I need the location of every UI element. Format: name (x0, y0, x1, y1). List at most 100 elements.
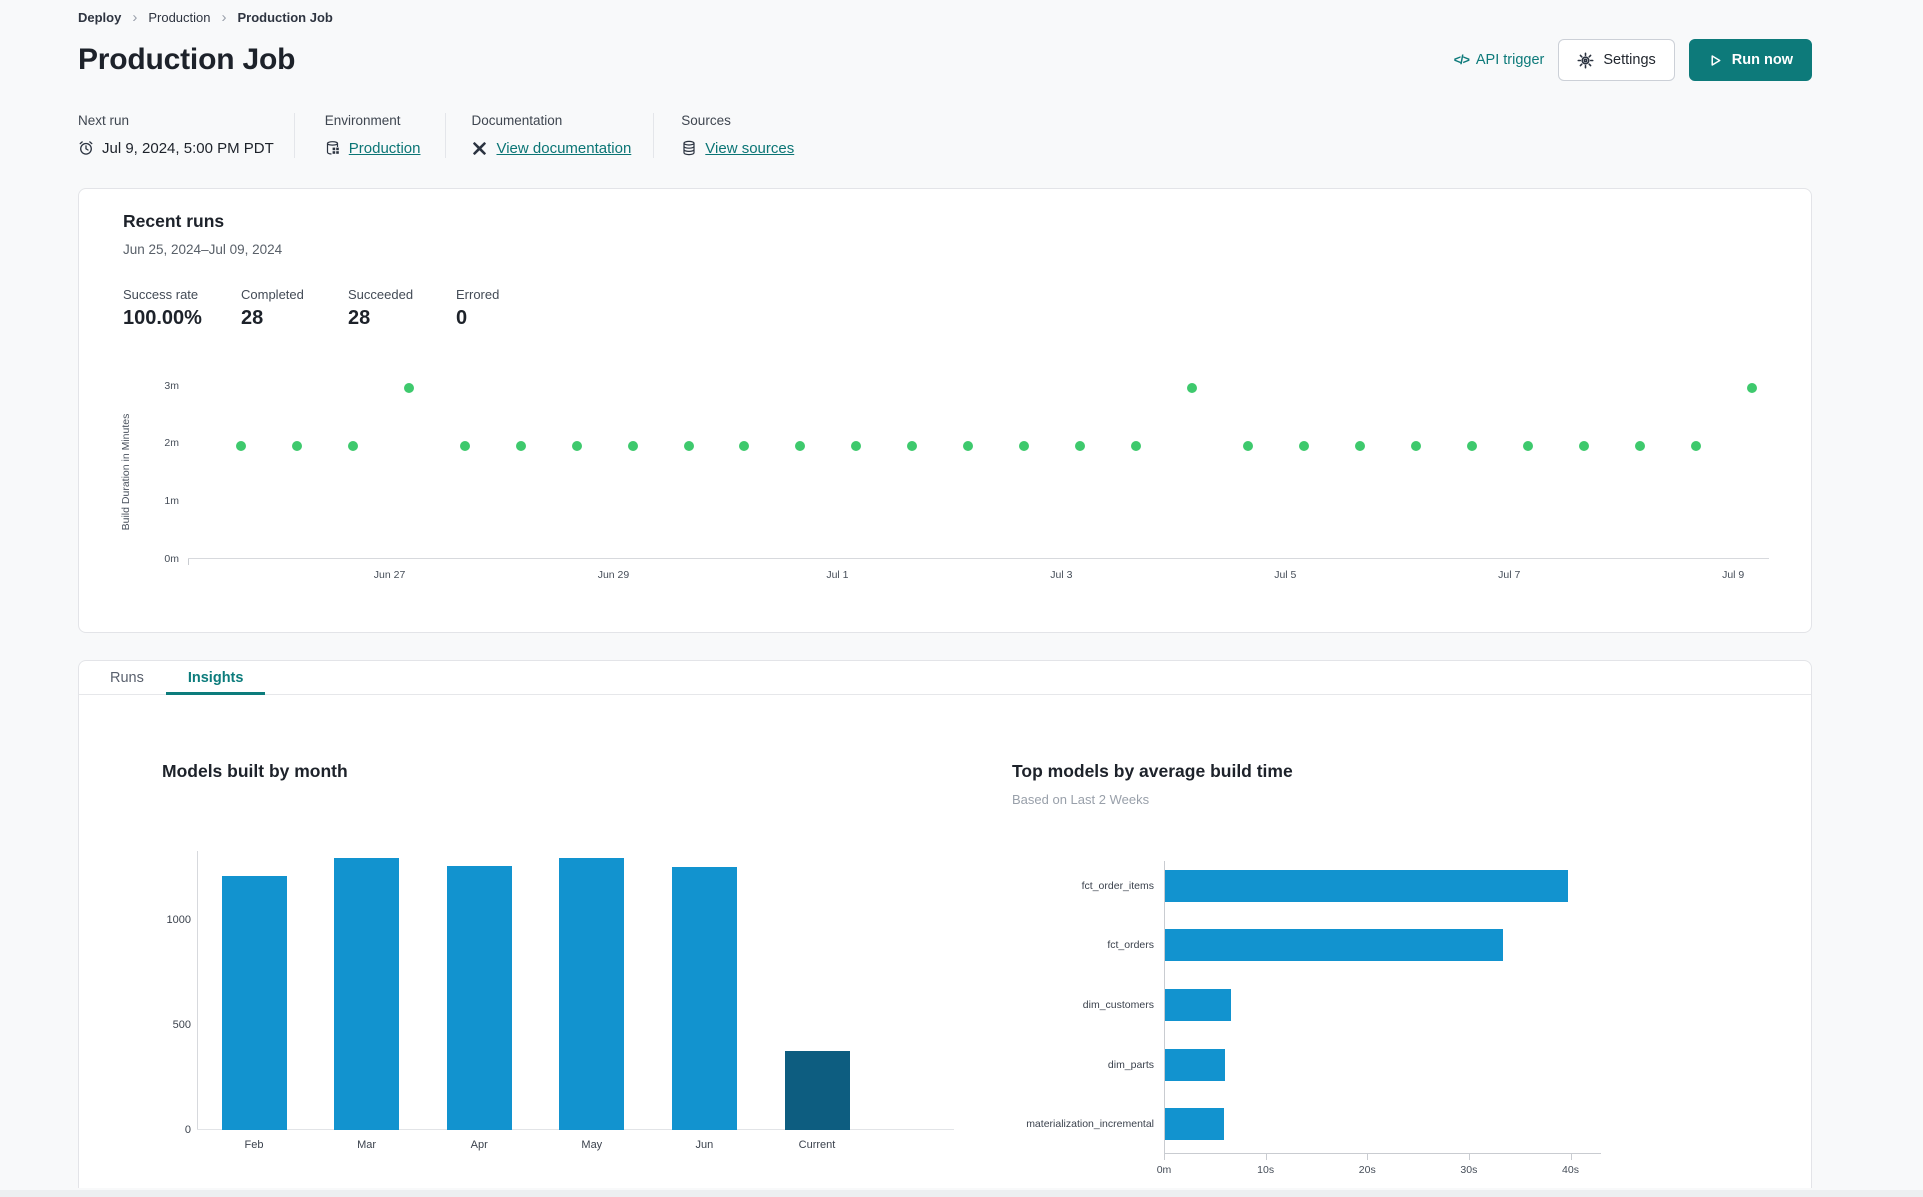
run-dot[interactable] (1635, 441, 1646, 452)
x-axis-tick-label: Jul 9 (1722, 569, 1745, 581)
breadcrumb-production[interactable]: Production (148, 10, 210, 25)
run-dot[interactable] (235, 441, 246, 452)
run-dot[interactable] (1523, 441, 1534, 452)
environment-icon (325, 140, 341, 156)
tab-insights[interactable]: Insights (165, 661, 266, 695)
y-axis-tick-label: 500 (172, 1019, 191, 1032)
run-dot[interactable] (851, 441, 862, 452)
run-dot[interactable] (1187, 383, 1198, 394)
run-dot[interactable] (1131, 441, 1142, 452)
sources-section: Sources View sources (654, 113, 794, 158)
x-axis-tick-label: Jun (695, 1139, 714, 1151)
y-axis-tick-label: 0m (164, 553, 179, 565)
play-icon (1708, 53, 1723, 68)
run-dot[interactable] (1747, 383, 1758, 394)
page-bottom-strip (0, 1190, 1923, 1197)
month-bar (446, 865, 512, 1130)
run-dot[interactable] (1691, 441, 1702, 452)
run-dot[interactable] (291, 441, 302, 452)
month-bar (784, 1051, 850, 1130)
x-axis-tick-label: Jun 27 (373, 569, 406, 581)
run-dot[interactable] (795, 441, 806, 452)
gear-icon (1577, 51, 1594, 69)
run-dot[interactable] (1019, 441, 1030, 452)
stat-completed: Completed 28 (241, 287, 348, 330)
y-axis-tick-label: 0 (184, 1124, 191, 1136)
recent-runs-title: Recent runs (123, 211, 225, 231)
page-content: Deploy › Production › Production Job Pro… (78, 0, 1812, 1188)
run-dot[interactable] (459, 441, 470, 452)
run-dot[interactable] (571, 441, 582, 452)
stat-label: Succeeded (348, 287, 414, 302)
stat-label: Completed (241, 287, 304, 302)
model-bar (1165, 989, 1232, 1021)
view-sources-link[interactable]: View sources (705, 140, 794, 157)
api-trigger-link[interactable]: </> API trigger (1454, 52, 1545, 68)
run-dot[interactable] (963, 441, 974, 452)
model-bar (1165, 869, 1569, 902)
insights-card: Runs Insights Models built by month Top … (78, 660, 1812, 1188)
settings-button[interactable]: Settings (1558, 39, 1675, 81)
run-dot[interactable] (907, 441, 918, 452)
x-axis-line (188, 558, 1769, 559)
dbt-docs-icon (471, 140, 488, 157)
stat-succeeded: Succeeded 28 (348, 287, 456, 330)
top-models-title: Top models by average build time (1012, 761, 1293, 781)
axis-corner-tick (188, 559, 189, 565)
sources-label: Sources (681, 113, 731, 128)
run-dot[interactable] (1355, 441, 1366, 452)
run-dot[interactable] (515, 441, 526, 452)
environment-link[interactable]: Production (349, 140, 421, 157)
models-by-month-title: Models built by month (162, 761, 348, 781)
chevron-right-icon: › (221, 9, 227, 26)
run-dot[interactable] (627, 441, 638, 452)
month-bar (334, 858, 400, 1130)
run-dot[interactable] (347, 441, 358, 452)
tab-runs[interactable]: Runs (88, 661, 166, 694)
category-label: materialization_incremental (1026, 1118, 1154, 1131)
run-dot[interactable] (1579, 441, 1590, 452)
stat-errored: Errored 0 (456, 287, 499, 330)
documentation-label: Documentation (471, 113, 563, 128)
category-label: fct_orders (1107, 939, 1154, 952)
x-axis-tick-label: Mar (357, 1139, 377, 1151)
run-dot[interactable] (1411, 441, 1422, 452)
x-axis-tick-label: 30s (1460, 1164, 1478, 1176)
stat-value: 28 (348, 307, 371, 329)
x-axis-tick-label: Jun 29 (597, 569, 630, 581)
api-trigger-label: API trigger (1475, 52, 1545, 68)
alarm-clock-icon (78, 140, 94, 156)
run-dot[interactable] (403, 383, 414, 394)
y-axis-tick-label: 2m (164, 437, 179, 450)
y-axis-tick-label: 3m (164, 379, 179, 392)
breadcrumb: Deploy › Production › Production Job (78, 10, 1812, 25)
x-axis-tick-label: Jul 7 (1498, 569, 1521, 581)
x-axis-tick-mark (1367, 1154, 1369, 1160)
stat-value: 0 (456, 307, 468, 329)
page-title: Production Job (78, 43, 296, 76)
tab-bar: Runs Insights (79, 661, 1811, 695)
run-dot[interactable] (1243, 441, 1254, 452)
run-now-button[interactable]: Run now (1688, 39, 1812, 81)
chevron-right-icon: › (132, 9, 138, 26)
x-axis-tick-label: 20s (1358, 1164, 1376, 1176)
model-bar (1165, 1048, 1225, 1081)
x-axis-tick-label: Jul 1 (826, 569, 849, 581)
x-axis-tick-label: 40s (1562, 1164, 1579, 1176)
breadcrumb-deploy[interactable]: Deploy (78, 10, 121, 25)
x-axis-tick-label: Current (798, 1139, 836, 1151)
x-axis-tick-label: Jul 3 (1050, 569, 1073, 581)
x-axis-tick-label: Jul 5 (1274, 569, 1297, 581)
month-bar (221, 876, 287, 1130)
code-icon: </> (1453, 53, 1470, 67)
run-dot[interactable] (683, 441, 694, 452)
stat-value: 100.00% (123, 307, 202, 329)
view-documentation-link[interactable]: View documentation (496, 140, 631, 157)
y-axis-label: Build Duration in Minutes (120, 413, 132, 531)
run-dot[interactable] (1467, 441, 1478, 452)
top-models-subtitle: Based on Last 2 Weeks (1012, 792, 1150, 807)
header-actions: </> API trigger Settings Run now (1454, 39, 1812, 81)
run-dot[interactable] (1075, 441, 1086, 452)
run-dot[interactable] (1299, 441, 1310, 452)
run-dot[interactable] (739, 441, 750, 452)
